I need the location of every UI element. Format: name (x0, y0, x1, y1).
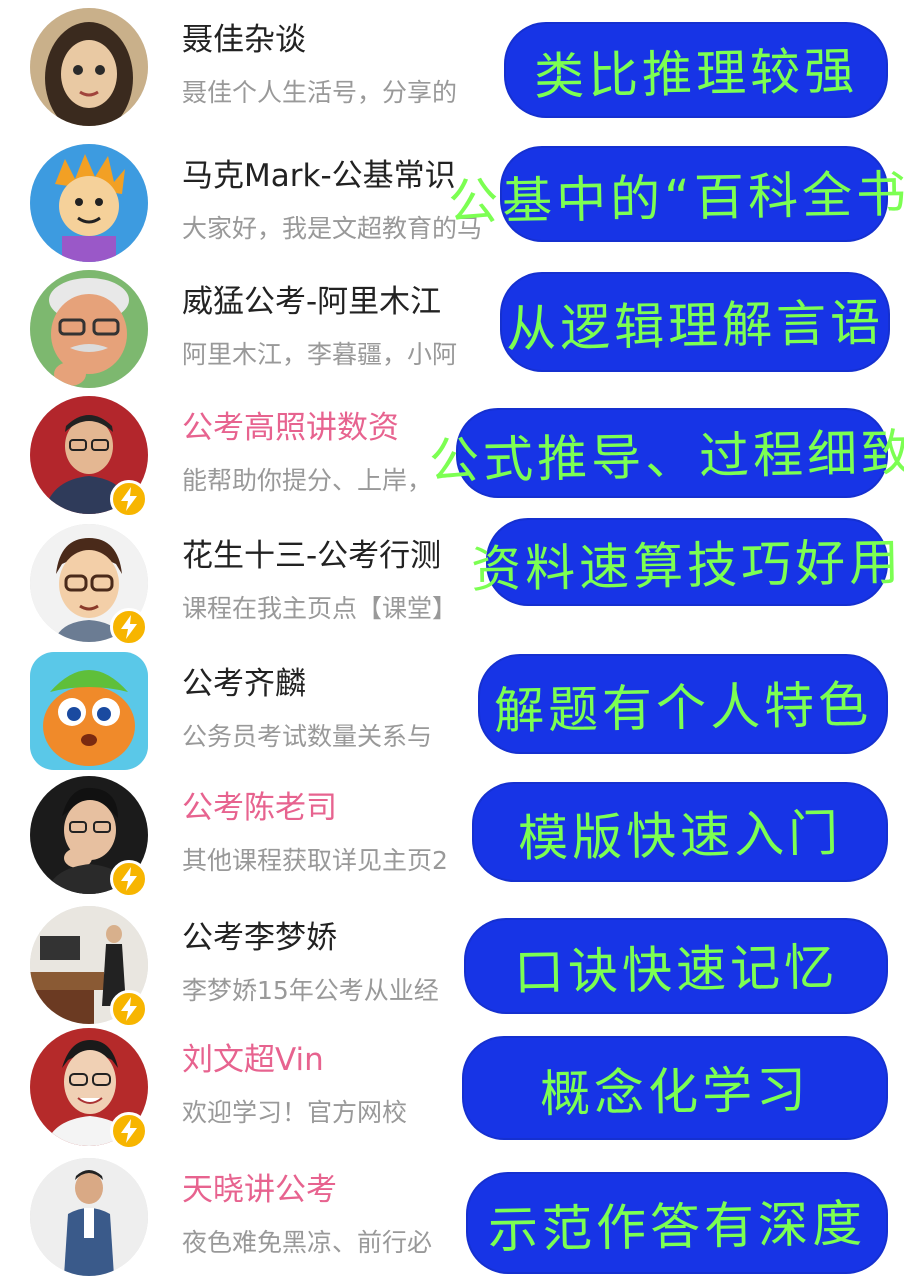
account-name[interactable]: 天晓讲公考 (182, 1170, 337, 1210)
account-description: 聂佳个人生活号，分享的 (182, 78, 458, 107)
list-item[interactable]: 公考李梦娇 李梦娇15年公考从业经 口诀快速记忆 (0, 900, 904, 1028)
annotation-text: 从逻辑理解言语 (505, 293, 885, 359)
annotation-pill: 示范作答有深度 (468, 1174, 886, 1272)
verified-badge (110, 608, 148, 646)
account-description: 公务员考试数量关系与 (182, 722, 433, 751)
standing-man-photo-avatar[interactable] (30, 1158, 148, 1276)
annotation-pill: 资料速算技巧好用 (471, 520, 904, 604)
account-description: 李梦娇15年公考从业经 (182, 976, 439, 1005)
verified-badge (110, 1112, 148, 1150)
annotation-text: 示范作答有深度 (487, 1194, 867, 1260)
cartoon-mascot-avatar[interactable] (30, 652, 148, 770)
account-description: 欢迎学习！官方网校 (182, 1098, 408, 1127)
list-item[interactable]: 公考陈老司 其他课程获取详见主页2 模版快速入门 (0, 770, 904, 898)
annotation-pill: 类比推理较强 (506, 24, 886, 116)
annotation-text: 公式推导、过程细致 (428, 423, 904, 491)
account-name[interactable]: 公考陈老司 (182, 788, 337, 828)
annotation-text: 解题有个人特色 (493, 675, 873, 741)
verified-badge (110, 860, 148, 898)
account-description: 其他课程获取详见主页2 (182, 846, 448, 875)
list-item[interactable]: 花生十三-公考行测 课程在我主页点【课堂】 资料速算技巧好用 (0, 518, 904, 646)
cartoon-old-man-avatar[interactable] (30, 270, 148, 388)
account-name[interactable]: 刘文超Vin (182, 1040, 324, 1080)
account-description: 夜色难免黑凉、前行必 (182, 1228, 433, 1257)
account-description: 课程在我主页点【课堂】 (182, 594, 458, 623)
annotation-text: 模版快速入门 (517, 804, 843, 868)
lightning-icon (121, 1119, 137, 1143)
account-name[interactable]: 公考李梦娇 (182, 918, 337, 958)
annotation-pill: 解题有个人特色 (480, 656, 886, 752)
account-name[interactable]: 威猛公考-阿里木江 (182, 282, 441, 322)
list-item[interactable]: 聂佳杂谈 聂佳个人生活号，分享的 类比推理较强 (0, 2, 904, 128)
account-description: 阿里木江，李暮疆，小阿 (182, 340, 458, 369)
annotation-pill: 公基中的“百科全书” (448, 148, 904, 240)
list-item[interactable]: 威猛公考-阿里木江 阿里木江，李暮疆，小阿 从逻辑理解言语 (0, 264, 904, 390)
list-item[interactable]: 天晓讲公考 夜色难免黑凉、前行必 示范作答有深度 (0, 1152, 904, 1278)
account-name[interactable]: 公考齐麟 (182, 664, 306, 704)
account-name[interactable]: 马克Mark-公基常识 (182, 156, 456, 196)
annotation-pill: 模版快速入门 (474, 784, 886, 880)
lightning-icon (121, 487, 137, 511)
annotation-text: 公基中的“百科全书” (447, 164, 904, 232)
cartoon-woman-avatar[interactable] (30, 8, 148, 126)
lightning-icon (121, 867, 137, 891)
account-name[interactable]: 花生十三-公考行测 (182, 536, 441, 576)
cartoon-boy-avatar[interactable] (30, 144, 148, 262)
annotation-pill: 公式推导、过程细致 (429, 410, 904, 496)
list-item[interactable]: 公考齐麟 公务员考试数量关系与 解题有个人特色 (0, 646, 904, 772)
annotation-text: 口诀快速记忆 (513, 938, 839, 1002)
lightning-icon (121, 615, 137, 639)
account-name[interactable]: 聂佳杂谈 (182, 20, 306, 60)
account-description: 大家好，我是文超教育的马 (182, 214, 483, 243)
account-name[interactable]: 公考高照讲数资 (182, 408, 399, 448)
list-item[interactable]: 刘文超Vin 欢迎学习！官方网校 概念化学习 (0, 1022, 904, 1150)
account-list: 聂佳杂谈 聂佳个人生活号，分享的 类比推理较强 马克Mark-公基常识 大家好，… (0, 0, 904, 1280)
account-description: 能帮助你提分、上岸， (182, 466, 433, 495)
annotation-text: 资料速算技巧好用 (470, 533, 904, 599)
list-item[interactable]: 马克Mark-公基常识 大家好，我是文超教育的马 公基中的“百科全书” (0, 138, 904, 264)
annotation-text: 类比推理较强 (533, 42, 859, 106)
annotation-text: 概念化学习 (539, 1060, 811, 1124)
verified-badge (110, 480, 148, 518)
lightning-icon (121, 997, 137, 1021)
list-item[interactable]: 公考高照讲数资 能帮助你提分、上岸， 公式推导、过程细致 (0, 390, 904, 518)
annotation-pill: 从逻辑理解言语 (502, 274, 888, 370)
annotation-pill: 口诀快速记忆 (466, 920, 886, 1012)
annotation-pill: 概念化学习 (464, 1038, 886, 1138)
